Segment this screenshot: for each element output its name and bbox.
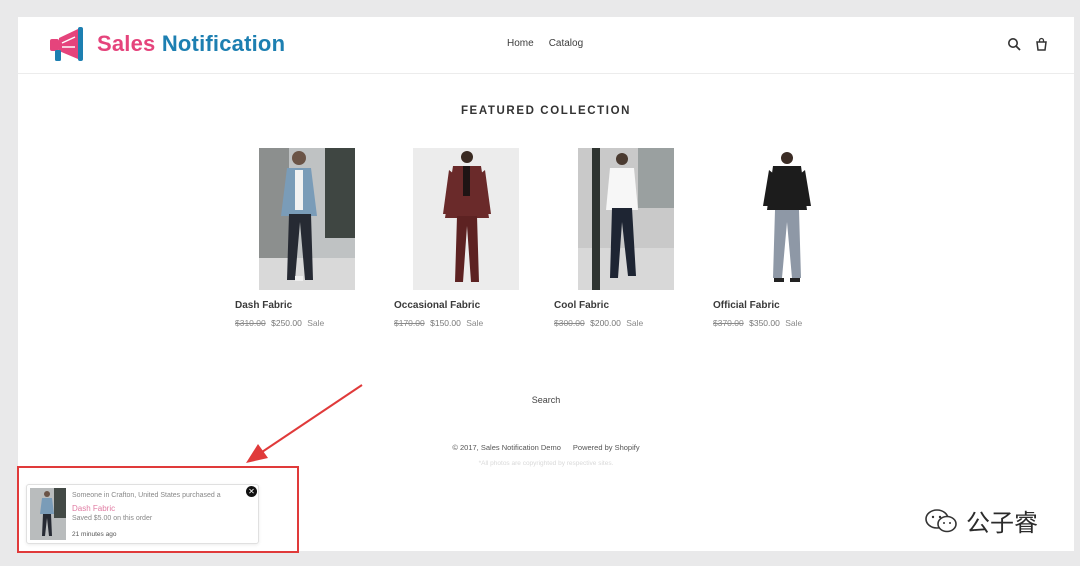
sale-badge: Sale bbox=[307, 318, 325, 328]
copyright-text[interactable]: © 2017, Sales Notification Demo bbox=[452, 443, 561, 452]
product-price: $310.00 $250.00 Sale bbox=[235, 318, 324, 328]
original-price: $310.00 bbox=[235, 318, 266, 328]
original-price: $170.00 bbox=[394, 318, 425, 328]
powered-by-link[interactable]: Powered by Shopify bbox=[573, 443, 640, 452]
main-nav: Home Catalog bbox=[507, 38, 583, 49]
cart-icon[interactable] bbox=[1034, 37, 1049, 52]
product-name[interactable]: Cool Fabric bbox=[554, 300, 609, 311]
product-image[interactable] bbox=[413, 148, 519, 290]
product-price: $170.00 $150.00 Sale bbox=[394, 318, 483, 328]
product-name[interactable]: Occasional Fabric bbox=[394, 300, 480, 311]
sale-price: $150.00 bbox=[430, 318, 461, 328]
product-image[interactable] bbox=[737, 148, 837, 290]
footer-search-link[interactable]: Search bbox=[18, 395, 1074, 405]
original-price: $300.00 bbox=[554, 318, 585, 328]
sale-price: $250.00 bbox=[271, 318, 302, 328]
logo-text: Sales Notification bbox=[97, 31, 285, 57]
product-image[interactable] bbox=[578, 148, 674, 290]
logo[interactable]: Sales Notification bbox=[48, 25, 285, 63]
search-icon[interactable] bbox=[1007, 37, 1022, 52]
logo-word-notification: Notification bbox=[161, 31, 286, 56]
nav-catalog[interactable]: Catalog bbox=[549, 38, 583, 49]
product-name[interactable]: Official Fabric bbox=[713, 300, 780, 311]
footer-copyright: © 2017, Sales Notification Demo Powered b… bbox=[18, 443, 1074, 452]
product-image[interactable] bbox=[259, 148, 355, 290]
watermark-text: 公子睿 bbox=[966, 509, 1038, 537]
sale-badge: Sale bbox=[466, 318, 484, 328]
product-price: $300.00 $200.00 Sale bbox=[554, 318, 643, 328]
site-header: Sales Notification Home Catalog bbox=[18, 17, 1074, 74]
sale-price: $200.00 bbox=[590, 318, 621, 328]
watermark: 公子睿 bbox=[924, 503, 1038, 538]
wechat-icon bbox=[925, 508, 957, 532]
sale-badge: Sale bbox=[626, 318, 644, 328]
sale-badge: Sale bbox=[785, 318, 803, 328]
nav-home[interactable]: Home bbox=[507, 38, 534, 49]
megaphone-icon bbox=[50, 27, 83, 61]
section-title: FEATURED COLLECTION bbox=[460, 105, 632, 117]
product-name[interactable]: Dash Fabric bbox=[235, 300, 292, 311]
original-price: $370.00 bbox=[713, 318, 744, 328]
sale-price: $350.00 bbox=[749, 318, 780, 328]
product-price: $370.00 $350.00 Sale bbox=[713, 318, 802, 328]
logo-word-sales: Sales bbox=[97, 31, 156, 56]
header-icons bbox=[1007, 37, 1049, 52]
annotation-highlight-box bbox=[17, 466, 299, 553]
